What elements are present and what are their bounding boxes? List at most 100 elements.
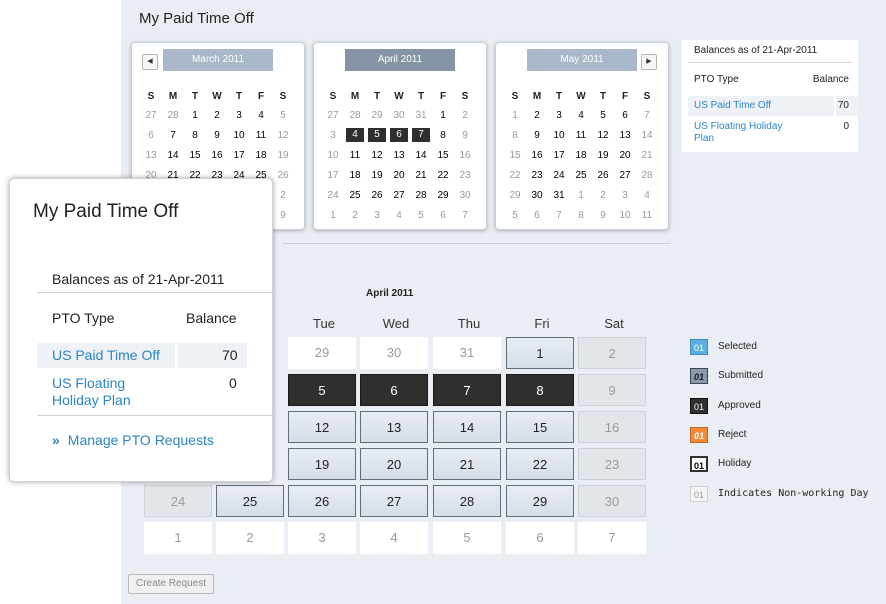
day-cell[interactable]: 1 <box>144 522 212 554</box>
mini-day[interactable]: 17 <box>322 165 344 185</box>
mini-day[interactable]: 6 <box>388 125 410 145</box>
mini-day[interactable]: 14 <box>162 145 184 165</box>
day-cell[interactable]: 8 <box>506 374 574 406</box>
mini-day[interactable]: 2 <box>454 105 476 125</box>
day-cell[interactable]: 29 <box>506 485 574 517</box>
mini-day[interactable]: 25 <box>344 185 366 205</box>
day-cell[interactable]: 7 <box>433 374 501 406</box>
mini-day[interactable]: 19 <box>592 145 614 165</box>
mini-day[interactable]: 9 <box>592 205 614 225</box>
mini-day[interactable]: 8 <box>184 125 206 145</box>
mini-day[interactable]: 3 <box>366 205 388 225</box>
day-cell[interactable]: 25 <box>216 485 284 517</box>
day-cell[interactable]: 22 <box>506 448 574 480</box>
mini-day[interactable]: 28 <box>162 105 184 125</box>
mini-day[interactable]: 1 <box>570 185 592 205</box>
day-cell[interactable]: 5 <box>288 374 356 406</box>
day-cell[interactable]: 19 <box>288 448 356 480</box>
mini-day[interactable]: 7 <box>548 205 570 225</box>
day-cell[interactable]: 23 <box>578 448 646 480</box>
mini-day[interactable]: 26 <box>592 165 614 185</box>
mini-day[interactable]: 18 <box>570 145 592 165</box>
card-pto-type-link[interactable]: US Paid Time Off <box>52 347 160 363</box>
mini-day[interactable]: 18 <box>250 145 272 165</box>
pto-type-link[interactable]: US Paid Time Off <box>694 100 771 111</box>
mini-day[interactable]: 2 <box>272 185 294 205</box>
mini-day[interactable]: 11 <box>344 145 366 165</box>
mini-day[interactable]: 10 <box>228 125 250 145</box>
mini-day[interactable]: 11 <box>250 125 272 145</box>
mini-day[interactable]: 5 <box>504 205 526 225</box>
mini-day[interactable]: 19 <box>272 145 294 165</box>
mini-day[interactable]: 5 <box>410 205 432 225</box>
mini-day[interactable]: 4 <box>570 105 592 125</box>
mini-day[interactable]: 4 <box>344 125 366 145</box>
mini-day[interactable]: 21 <box>636 145 658 165</box>
day-cell[interactable]: 31 <box>433 337 501 369</box>
mini-day[interactable]: 2 <box>344 205 366 225</box>
mini-day[interactable]: 3 <box>322 125 344 145</box>
mini-day[interactable]: 30 <box>388 105 410 125</box>
day-cell[interactable]: 13 <box>360 411 428 443</box>
mini-day[interactable]: 8 <box>570 205 592 225</box>
mini-day[interactable]: 22 <box>504 165 526 185</box>
prev-month-icon[interactable]: ◀ <box>142 54 158 70</box>
mini-day[interactable]: 9 <box>206 125 228 145</box>
mini-day[interactable]: 12 <box>366 145 388 165</box>
day-cell[interactable]: 5 <box>433 522 501 554</box>
mini-day[interactable]: 13 <box>388 145 410 165</box>
mini-day[interactable]: 31 <box>410 105 432 125</box>
mini-day[interactable]: 23 <box>526 165 548 185</box>
mini-day[interactable]: 10 <box>548 125 570 145</box>
mini-day[interactable]: 6 <box>432 205 454 225</box>
mini-day[interactable]: 20 <box>614 145 636 165</box>
mini-day[interactable]: 27 <box>614 165 636 185</box>
mini-day[interactable]: 15 <box>432 145 454 165</box>
mini-day[interactable]: 17 <box>548 145 570 165</box>
mini-day[interactable]: 17 <box>228 145 250 165</box>
mini-day[interactable]: 22 <box>432 165 454 185</box>
day-cell[interactable]: 27 <box>360 485 428 517</box>
mini-day[interactable]: 7 <box>454 205 476 225</box>
mini-day[interactable]: 1 <box>432 105 454 125</box>
mini-day[interactable]: 13 <box>140 145 162 165</box>
mini-day[interactable]: 27 <box>322 105 344 125</box>
day-cell[interactable]: 6 <box>506 522 574 554</box>
mini-day[interactable]: 1 <box>184 105 206 125</box>
mini-day[interactable]: 20 <box>388 165 410 185</box>
mini-day[interactable]: 25 <box>570 165 592 185</box>
mini-day[interactable]: 10 <box>322 145 344 165</box>
mini-day[interactable]: 29 <box>504 185 526 205</box>
day-cell[interactable]: 3 <box>288 522 356 554</box>
mini-day[interactable]: 16 <box>206 145 228 165</box>
mini-day[interactable]: 9 <box>454 125 476 145</box>
day-cell[interactable]: 28 <box>433 485 501 517</box>
mini-day[interactable]: 11 <box>636 205 658 225</box>
mini-day[interactable]: 19 <box>366 165 388 185</box>
mini-day[interactable]: 8 <box>504 125 526 145</box>
next-month-icon[interactable]: ▶ <box>641 54 657 70</box>
mini-day[interactable]: 3 <box>548 105 570 125</box>
day-cell[interactable]: 29 <box>288 337 356 369</box>
mini-day[interactable]: 3 <box>614 185 636 205</box>
pto-type-link[interactable]: US Floating Holiday Plan <box>694 121 782 145</box>
day-cell[interactable]: 14 <box>433 411 501 443</box>
mini-day[interactable]: 16 <box>454 145 476 165</box>
day-cell[interactable]: 30 <box>360 337 428 369</box>
mini-day[interactable]: 26 <box>272 165 294 185</box>
mini-day[interactable]: 5 <box>592 105 614 125</box>
mini-day[interactable]: 7 <box>636 105 658 125</box>
mini-day[interactable]: 29 <box>366 105 388 125</box>
day-cell[interactable]: 15 <box>506 411 574 443</box>
day-cell[interactable]: 20 <box>360 448 428 480</box>
mini-day[interactable]: 2 <box>206 105 228 125</box>
mini-day[interactable]: 5 <box>272 105 294 125</box>
mini-day[interactable]: 4 <box>636 185 658 205</box>
mini-day[interactable]: 15 <box>184 145 206 165</box>
day-cell[interactable]: 24 <box>144 485 212 517</box>
mini-day[interactable]: 7 <box>410 125 432 145</box>
mini-day[interactable]: 6 <box>526 205 548 225</box>
mini-day[interactable]: 29 <box>432 185 454 205</box>
mini-day[interactable]: 14 <box>636 125 658 145</box>
day-cell[interactable]: 4 <box>360 522 428 554</box>
